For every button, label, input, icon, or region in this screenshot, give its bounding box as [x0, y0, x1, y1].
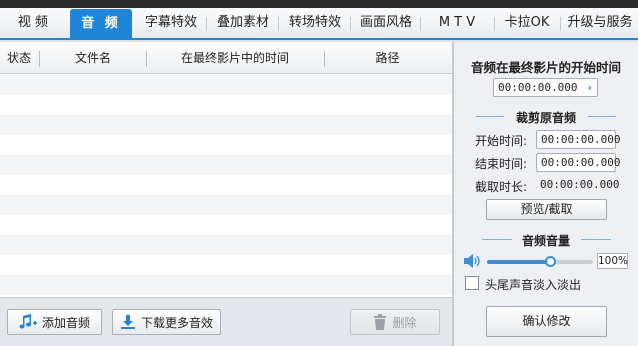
empty-row	[0, 135, 452, 155]
empty-row	[0, 275, 452, 295]
empty-row	[0, 155, 452, 175]
tab-separator	[494, 17, 495, 31]
audio-volume-title: 音频音量	[521, 234, 570, 248]
volume-slider[interactable]	[487, 256, 593, 267]
column-header-status[interactable]: 状态	[0, 42, 38, 74]
section-line	[581, 239, 611, 240]
list-footer-toolbar: 添加音频 下载更多音效 删除	[0, 297, 452, 346]
tab-audio[interactable]: 音 频	[70, 9, 132, 40]
tab-video[interactable]: 视 频	[2, 8, 64, 38]
delete-button[interactable]: 删除	[350, 309, 440, 335]
crop-audio-title: 裁剪原音频	[515, 111, 576, 125]
column-header-time-in-movie[interactable]: 在最终影片中的时间	[147, 42, 323, 74]
tab-separator	[560, 17, 561, 31]
window-top-strip	[0, 0, 638, 8]
crop-end-time-field[interactable]: 00:00:00.000	[536, 153, 620, 172]
movie-start-time-field[interactable]: 00:00:00.000 ›	[493, 78, 598, 97]
fade-in-out-checkbox[interactable]	[465, 276, 479, 290]
tab-separator	[278, 17, 279, 31]
main-tab-bar: 视 频 音 频 字幕特效 叠加素材 转场特效 画面风格 M T V 卡拉OK 升…	[0, 8, 638, 40]
add-audio-button[interactable]: 添加音频	[7, 309, 102, 335]
crop-end-label: 结束时间:	[475, 157, 528, 171]
download-more-label: 下载更多音效	[140, 315, 213, 330]
tab-separator	[420, 17, 421, 31]
movie-start-time-value: 00:00:00.000	[498, 81, 578, 94]
confirm-changes-button[interactable]: 确认修改	[486, 306, 607, 337]
fade-in-out-label[interactable]: 头尾声音淡入淡出	[485, 276, 581, 293]
volume-slider-fill	[487, 260, 551, 264]
delete-label: 删除	[392, 315, 417, 330]
section-line	[588, 116, 616, 117]
audio-list-panel: 状态 文件名 在最终影片中的时间 路径	[0, 42, 452, 297]
empty-row	[0, 255, 452, 275]
volume-percent-field[interactable]: 100%	[597, 253, 628, 269]
audio-list-rows[interactable]	[0, 75, 452, 295]
empty-row	[0, 115, 452, 135]
column-header-filename[interactable]: 文件名	[40, 42, 146, 74]
tab-subtitle-effects[interactable]: 字幕特效	[138, 8, 204, 38]
start-time-title: 音频在最终影片的开始时间	[470, 60, 621, 75]
crop-start-label: 开始时间:	[475, 134, 528, 148]
empty-row	[0, 75, 452, 95]
empty-row	[0, 215, 452, 235]
empty-row	[0, 175, 452, 195]
preview-crop-button[interactable]: 预览/截取	[486, 199, 607, 220]
tab-picture-style[interactable]: 画面风格	[352, 8, 420, 38]
tab-separator	[350, 17, 351, 31]
empty-row	[0, 95, 452, 115]
crop-duration-label: 截取时长:	[475, 180, 528, 194]
add-audio-label: 添加音频	[41, 315, 90, 330]
audio-list-header: 状态 文件名 在最终影片中的时间 路径	[0, 42, 452, 74]
tab-overlay-materials[interactable]: 叠加素材	[208, 8, 278, 38]
tab-separator	[206, 17, 207, 31]
music-note-icon	[19, 314, 37, 329]
tab-transition-effects[interactable]: 转场特效	[280, 8, 350, 38]
trash-icon	[374, 314, 387, 330]
empty-row	[0, 235, 452, 255]
tab-karaoke[interactable]: 卡拉OK	[496, 8, 558, 38]
column-header-path[interactable]: 路径	[325, 42, 450, 74]
empty-row	[0, 195, 452, 215]
crop-duration-value: 00:00:00.000	[540, 178, 620, 191]
download-icon	[120, 315, 135, 329]
download-more-effects-button[interactable]: 下载更多音效	[112, 309, 221, 335]
audio-settings-panel: 音频在最终影片的开始时间 00:00:00.000 › 裁剪原音频 开始时间: …	[454, 42, 638, 346]
speaker-icon[interactable]	[463, 254, 481, 268]
crop-start-time-field[interactable]: 00:00:00.000	[536, 130, 620, 149]
volume-slider-thumb[interactable]	[544, 256, 556, 267]
tab-upgrade-service[interactable]: 升级与服务	[562, 8, 638, 38]
chevron-right-icon[interactable]: ›	[586, 79, 593, 96]
tab-mtv[interactable]: M T V	[422, 8, 492, 38]
